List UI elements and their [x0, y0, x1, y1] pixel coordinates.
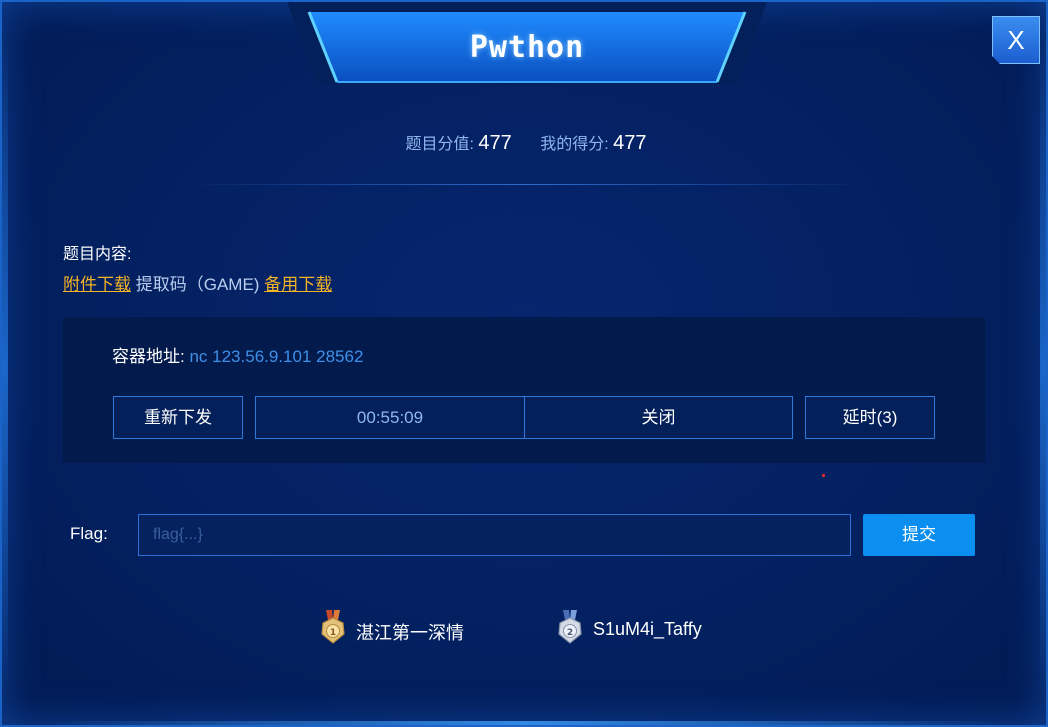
solver-second-name: S1uM4i_Taffy	[593, 619, 702, 639]
red-dot	[822, 474, 825, 477]
gold-medal-rank: 1	[330, 628, 336, 638]
container-address-label: 容器地址:	[112, 347, 185, 366]
challenge-score-label: 题目分值:	[405, 136, 474, 153]
close-button[interactable]: X	[992, 16, 1040, 64]
my-score-label: 我的得分:	[540, 136, 609, 153]
close-container-button[interactable]: 关闭	[524, 396, 793, 439]
gold-medal-icon: 1	[321, 610, 345, 644]
score-line: 题目分值: 477 我的得分: 477	[2, 130, 1048, 155]
content-label: 题目内容:	[63, 246, 132, 263]
challenge-modal: Pwthon X 题目分值: 477 我的得分: 477 题目内容: 附件下载 …	[0, 0, 1048, 727]
attachment-download-link[interactable]: 附件下载	[63, 275, 131, 294]
extraction-code-text: 提取码（GAME)	[135, 275, 260, 294]
resend-button[interactable]: 重新下发	[113, 396, 243, 439]
silver-medal-icon: 2	[558, 610, 582, 644]
container-address-value: nc 123.56.9.101 28562	[189, 347, 364, 366]
container-panel	[63, 317, 985, 463]
extend-time-button[interactable]: 延时(3)	[805, 396, 935, 439]
my-score-value: 477	[613, 132, 647, 154]
solver-first-name: 湛江第一深情	[356, 623, 464, 643]
content-line: 附件下载 提取码（GAME) 备用下载	[63, 270, 332, 295]
silver-medal-rank: 2	[567, 628, 573, 638]
challenge-title: Pwthon	[469, 30, 585, 65]
bottom-edge-glow	[42, 721, 1010, 725]
backup-download-link[interactable]: 备用下载	[264, 275, 332, 294]
flag-input[interactable]	[138, 514, 851, 556]
flag-label: Flag:	[70, 524, 108, 543]
title-tab: Pwthon	[287, 2, 767, 84]
submit-button[interactable]: 提交	[863, 514, 975, 556]
container-address-row: 容器地址: nc 123.56.9.101 28562	[112, 342, 363, 367]
countdown-timer: 00:55:09	[255, 396, 525, 439]
challenge-score-value: 477	[478, 132, 512, 154]
divider	[182, 184, 872, 185]
